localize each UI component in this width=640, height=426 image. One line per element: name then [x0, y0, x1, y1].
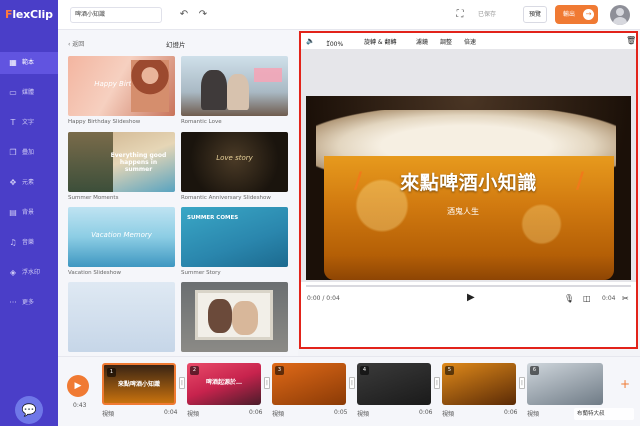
template-thumb-vacation[interactable]: Vacation Memory: [68, 207, 175, 267]
elements-icon: ✥: [9, 178, 17, 187]
export-button[interactable]: 輸出 →: [555, 5, 598, 24]
user-avatar[interactable]: [610, 5, 630, 25]
music-icon: ♫: [9, 238, 17, 247]
app-root: FlexClip 啤酒小知識 ↶ ↷ ⛶ 已保存 預覽 輸出 → ▦ 範本 ▭ …: [0, 0, 640, 426]
template-thumb-summer[interactable]: Everything good happens in summer: [68, 132, 175, 192]
timeline-clip-6[interactable]: 6: [527, 363, 603, 405]
sidebar-item-music[interactable]: ♫ 音樂: [0, 232, 58, 254]
microphone-icon[interactable]: 🎙: [564, 294, 574, 303]
scissors-icon[interactable]: ✂: [622, 294, 629, 303]
flexclip-logo[interactable]: FlexClip: [0, 0, 58, 30]
back-button[interactable]: ‹ 返回: [68, 39, 84, 48]
timeline-clip-3[interactable]: 3: [272, 363, 346, 405]
transition-icon[interactable]: |: [179, 377, 185, 389]
trash-icon[interactable]: 🗑: [626, 36, 636, 45]
preview-button[interactable]: 預覽: [523, 6, 547, 23]
sidebar-item-text[interactable]: T 文字: [0, 112, 58, 134]
speed-button[interactable]: 倍速: [464, 37, 476, 46]
sidebar-item-elements[interactable]: ✥ 元素: [0, 172, 58, 194]
split-icon[interactable]: ◫: [583, 294, 591, 303]
sidebar-item-overlay[interactable]: ❐ 疊加: [0, 142, 58, 164]
watermark-label: 布蘭特大叔: [574, 408, 634, 420]
adjust-button[interactable]: 調整: [440, 37, 452, 46]
total-time: 0:04: [602, 295, 616, 302]
video-subtitle-text[interactable]: 酒鬼人生: [447, 206, 479, 217]
top-bar: FlexClip 啤酒小知識 ↶ ↷ ⛶ 已保存 預覽 輸出 →: [0, 0, 640, 30]
overlay-icon: ❐: [9, 148, 17, 157]
preview-toolbar: 🔈 100% ⌄ 旋轉 & 翻轉 濾鏡 調整 倍速 🗑: [301, 33, 636, 49]
saved-status: 已保存: [478, 11, 497, 18]
template-thumb-clouds[interactable]: [68, 282, 175, 352]
template-thumb-birthday[interactable]: Happy Birthday: [68, 56, 175, 116]
text-icon: T: [10, 118, 16, 127]
template-thumb-romantic-love[interactable]: [181, 56, 288, 116]
video-canvas[interactable]: / / 來點啤酒小知識 酒鬼人生: [306, 96, 631, 280]
transition-icon[interactable]: |: [434, 377, 440, 389]
birthday-photo: [131, 60, 169, 112]
sidebar-item-more[interactable]: ··· 更多: [0, 292, 58, 314]
arrow-right-icon: →: [583, 9, 594, 20]
undo-icon[interactable]: ↶: [177, 8, 191, 22]
fullscreen-icon[interactable]: ⛶: [453, 8, 467, 22]
timeline-clip-5[interactable]: 5: [442, 363, 516, 405]
project-name-input[interactable]: 啤酒小知識: [70, 7, 162, 23]
volume-icon[interactable]: 🔈: [306, 37, 315, 45]
panel-title: 幻燈片: [166, 41, 186, 49]
preview-controls: 0:00 / 0:04 ▶ 🎙 ◫ 0:04 ✂: [301, 282, 636, 347]
preview-panel: 🔈 100% ⌄ 旋轉 & 翻轉 濾鏡 調整 倍速 🗑 / / 來點啤酒小知識 …: [299, 31, 638, 349]
transition-icon[interactable]: |: [264, 377, 270, 389]
redo-icon[interactable]: ↷: [196, 8, 210, 22]
background-icon: ▤: [9, 208, 17, 217]
sidebar-item-background[interactable]: ▤ 背景: [0, 202, 58, 224]
timeline-play-icon[interactable]: ▶: [67, 375, 89, 397]
timeline: ▶ 0:43 1 來點啤酒小知識 | 視頻 0:04 2 啤酒起源於… | 視頻…: [58, 356, 640, 426]
play-icon[interactable]: ▶: [467, 292, 475, 303]
zoom-dropdown[interactable]: 100% ⌄: [326, 37, 343, 48]
transition-icon[interactable]: |: [519, 377, 525, 389]
more-icon: ···: [9, 298, 17, 307]
transition-icon[interactable]: |: [349, 377, 355, 389]
video-title-text[interactable]: 來點啤酒小知識: [306, 168, 631, 195]
add-clip-icon[interactable]: +: [620, 377, 630, 391]
timeline-clip-4[interactable]: 4: [357, 363, 431, 405]
template-thumb-anniversary[interactable]: Love story: [181, 132, 288, 192]
template-icon: ▦: [9, 58, 17, 67]
seek-bar[interactable]: [306, 285, 631, 287]
watermark-icon: ◈: [9, 268, 17, 277]
timeline-clip-1[interactable]: 1 來點啤酒小知識: [102, 363, 176, 405]
template-thumb-couple[interactable]: [181, 282, 288, 352]
media-icon: ▭: [9, 88, 17, 97]
template-panel: ‹ 返回 幻燈片 Happy Birthday Happy Birthday S…: [58, 30, 298, 356]
current-time: 0:00 / 0:04: [307, 295, 340, 302]
timeline-clip-2[interactable]: 2 啤酒起源於…: [187, 363, 261, 405]
chat-support-icon[interactable]: 💬: [15, 396, 43, 424]
sidebar-item-watermark[interactable]: ◈ 浮水印: [0, 262, 58, 284]
sidebar-item-templates[interactable]: ▦ 範本: [0, 52, 58, 74]
filter-button[interactable]: 濾鏡: [416, 37, 428, 46]
rotate-flip-button[interactable]: 旋轉 & 翻轉: [364, 37, 397, 46]
sidebar-item-media[interactable]: ▭ 媒體: [0, 82, 58, 104]
timeline-time: 0:43: [73, 402, 87, 409]
template-thumb-summer-story[interactable]: SUMMER COMES: [181, 207, 288, 267]
sidebar: ▦ 範本 ▭ 媒體 T 文字 ❐ 疊加 ✥ 元素 ▤ 背景 ♫ 音樂 ◈ 浮水印: [0, 30, 58, 426]
